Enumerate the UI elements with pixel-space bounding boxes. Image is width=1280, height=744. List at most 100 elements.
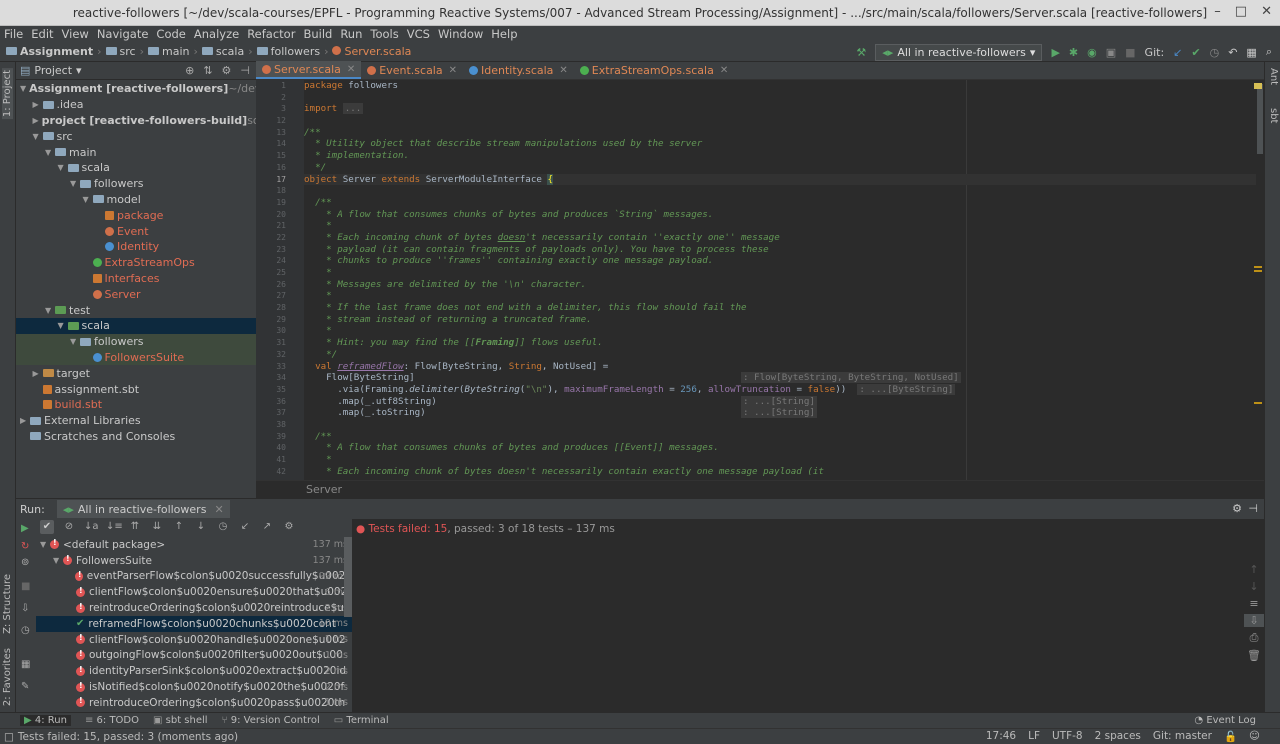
test-row[interactable]: ✔ reframedFlow$colon$u0020chunks$u0020con… bbox=[36, 615, 352, 632]
collapse-icon[interactable]: ⇅ bbox=[203, 64, 212, 77]
tree-item[interactable]: ▼ src bbox=[16, 128, 256, 144]
build-hammer-icon[interactable]: ⚒ bbox=[856, 46, 866, 59]
project-structure-icon[interactable]: ▦ bbox=[1246, 46, 1256, 59]
tree-item[interactable]: package bbox=[16, 207, 256, 223]
bottom-tab[interactable]: ▭ Terminal bbox=[334, 715, 389, 726]
menu-item-tools[interactable]: Tools bbox=[370, 27, 398, 41]
export-icon[interactable]: ⇩ bbox=[21, 603, 29, 614]
close-icon[interactable]: ✕ bbox=[1261, 4, 1272, 19]
debug-icon[interactable]: ✱ bbox=[1069, 46, 1078, 59]
show-passed-icon[interactable]: ✔ bbox=[40, 520, 54, 534]
run-icon[interactable]: ▶ bbox=[1051, 46, 1059, 59]
tree-item[interactable]: ▼ test bbox=[16, 302, 256, 318]
test-tree-scrollbar[interactable] bbox=[344, 537, 352, 617]
breadcrumb-item[interactable]: main bbox=[147, 45, 189, 58]
menu-item-window[interactable]: Window bbox=[438, 27, 483, 41]
chevron-down-icon[interactable]: ▼ bbox=[53, 556, 63, 565]
layout-icon[interactable]: ▦ bbox=[21, 659, 30, 670]
print-icon[interactable]: ⎙ bbox=[1244, 631, 1264, 645]
breadcrumb-item[interactable]: Server.scala bbox=[332, 45, 411, 58]
tree-item[interactable]: build.sbt bbox=[16, 397, 256, 413]
tree-item[interactable]: ExtraStreamOps bbox=[16, 255, 256, 271]
editor-tab[interactable]: Event.scala ✕ bbox=[361, 61, 463, 79]
editor-footer-label[interactable]: Server bbox=[306, 483, 342, 496]
profile-icon[interactable]: ▣ bbox=[1106, 46, 1116, 59]
menu-item-edit[interactable]: Edit bbox=[31, 27, 53, 41]
collapse-all-icon[interactable]: ⇊ bbox=[150, 520, 164, 534]
project-panel-title[interactable]: Project bbox=[34, 64, 72, 77]
menu-item-vcs[interactable]: VCS bbox=[407, 27, 430, 41]
previous-icon[interactable]: ↑ bbox=[172, 520, 186, 534]
tree-item[interactable]: ▼ scala bbox=[16, 160, 256, 176]
chevron-down-icon[interactable]: ▼ bbox=[58, 321, 68, 330]
close-icon[interactable]: ✕ bbox=[720, 65, 728, 76]
scroll-end-icon[interactable]: ⇩ bbox=[1244, 614, 1264, 627]
menu-item-run[interactable]: Run bbox=[340, 27, 362, 41]
chevron-right-icon[interactable]: ▶ bbox=[20, 416, 30, 425]
close-icon[interactable]: ✕ bbox=[347, 64, 355, 75]
test-row[interactable]: reintroduceOrdering$colon$u0020pass$u002… bbox=[36, 695, 352, 711]
bottom-tab[interactable]: ▶ 4: Run bbox=[20, 715, 71, 726]
breadcrumb-item[interactable]: src bbox=[105, 45, 136, 58]
tree-item[interactable]: ▼ followers bbox=[16, 176, 256, 192]
stop-icon[interactable]: ■ bbox=[1125, 46, 1135, 59]
menu-item-help[interactable]: Help bbox=[491, 27, 517, 41]
menu-item-refactor[interactable]: Refactor bbox=[247, 27, 295, 41]
gear-icon[interactable]: ⚙ bbox=[222, 64, 232, 77]
editor-tab[interactable]: Server.scala ✕ bbox=[256, 61, 362, 79]
breadcrumb-item[interactable]: scala bbox=[201, 45, 244, 58]
git-update-icon[interactable]: ↙ bbox=[1173, 46, 1182, 59]
status-message[interactable]: Tests failed: 15, passed: 3 (moments ago… bbox=[18, 731, 238, 743]
menu-item-build[interactable]: Build bbox=[303, 27, 332, 41]
tree-item[interactable]: assignment.sbt bbox=[16, 381, 256, 397]
bottom-tab[interactable]: ▣ sbt shell bbox=[153, 715, 208, 726]
sort-alpha-icon[interactable]: ↓a bbox=[84, 520, 99, 534]
editor-tab[interactable]: ExtraStreamOps.scala ✕ bbox=[574, 61, 734, 79]
test-row[interactable]: outgoingFlow$colon$u0020filter$u0020out$… bbox=[36, 648, 352, 664]
minimize-icon[interactable]: – bbox=[1214, 4, 1221, 19]
rerun-failed-icon[interactable]: ↻ bbox=[21, 541, 29, 552]
line-separator[interactable]: LF bbox=[1028, 730, 1040, 743]
maximize-icon[interactable]: □ bbox=[1235, 4, 1247, 19]
sbt-tool-tab[interactable]: sbt bbox=[1268, 108, 1279, 123]
indent-setting[interactable]: 2 spaces bbox=[1095, 730, 1141, 743]
editor-tab[interactable]: Identity.scala ✕ bbox=[463, 61, 574, 79]
import-icon[interactable]: ↙ bbox=[238, 520, 252, 534]
show-ignored-icon[interactable]: ⊘ bbox=[62, 520, 76, 534]
tree-item[interactable]: Identity bbox=[16, 239, 256, 255]
inspector-icon[interactable]: ☺ bbox=[1249, 730, 1260, 743]
export-icon[interactable]: ↗ bbox=[260, 520, 274, 534]
git-history-icon[interactable]: ◷ bbox=[1210, 46, 1220, 59]
chevron-down-icon[interactable]: ▼ bbox=[83, 195, 93, 204]
next-icon[interactable]: ↓ bbox=[194, 520, 208, 534]
git-revert-icon[interactable]: ↶ bbox=[1228, 46, 1237, 59]
status-toggle-icon[interactable]: □ bbox=[4, 731, 14, 743]
close-icon[interactable]: ✕ bbox=[559, 65, 567, 76]
expand-all-icon[interactable]: ⇈ bbox=[128, 520, 142, 534]
lock-icon[interactable]: 🔓 bbox=[1224, 730, 1237, 743]
chevron-right-icon[interactable]: ▶ bbox=[33, 369, 43, 378]
toggle-autotest-icon[interactable]: ⊚ bbox=[21, 557, 29, 568]
code-view[interactable]: package followers import ... /** * Utili… bbox=[304, 80, 1264, 480]
chevron-down-icon[interactable]: ▼ bbox=[33, 132, 43, 141]
favorites-tool-tab[interactable]: 2: Favorites bbox=[2, 648, 13, 706]
chevron-down-icon[interactable]: ▼ bbox=[40, 540, 50, 549]
project-tool-tab[interactable]: 1: Project bbox=[2, 68, 13, 120]
gear-icon[interactable]: ⚙ bbox=[1232, 502, 1242, 515]
chevron-down-icon[interactable]: ▾ bbox=[76, 64, 82, 77]
tree-item[interactable]: ▼Assignment [reactive-followers] ~/dev/s… bbox=[16, 81, 256, 97]
menu-item-view[interactable]: View bbox=[62, 27, 89, 41]
tree-item[interactable]: FollowersSuite bbox=[16, 349, 256, 366]
chevron-right-icon[interactable]: ▶ bbox=[33, 100, 43, 109]
event-log-tab[interactable]: ◔ Event Log bbox=[1194, 715, 1256, 726]
up-icon[interactable]: ↑ bbox=[1244, 563, 1264, 576]
tree-item[interactable]: ▶ target bbox=[16, 365, 256, 381]
gear-icon[interactable]: ⚙ bbox=[282, 520, 296, 534]
tree-item[interactable]: ▼ main bbox=[16, 144, 256, 160]
history-icon[interactable]: ◷ bbox=[216, 520, 230, 534]
close-icon[interactable]: ✕ bbox=[214, 503, 223, 516]
git-commit-icon[interactable]: ✔ bbox=[1191, 46, 1200, 59]
tree-item[interactable]: Interfaces bbox=[16, 271, 256, 287]
chevron-down-icon[interactable]: ▼ bbox=[20, 84, 26, 93]
wrap-icon[interactable]: ≡ bbox=[1244, 597, 1264, 610]
